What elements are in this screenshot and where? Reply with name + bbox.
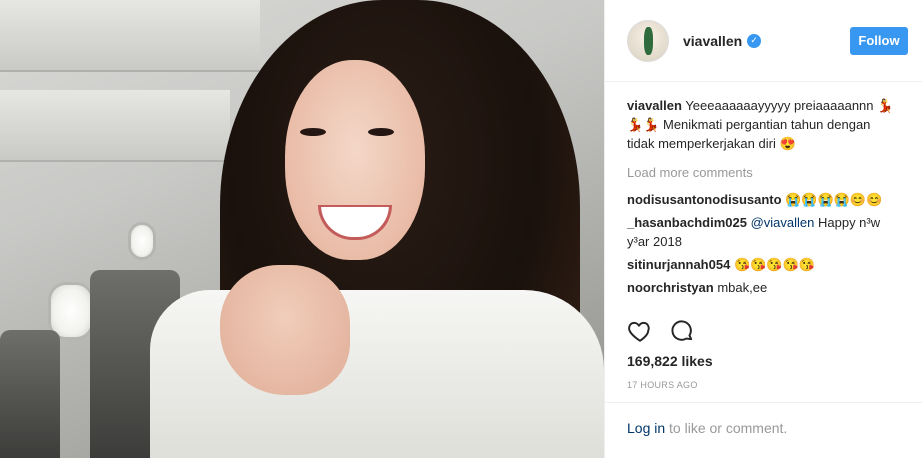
username-link[interactable]: viavallen — [683, 33, 742, 49]
follow-button[interactable]: Follow — [850, 26, 908, 55]
list-item: _hasanbachdim025 @viavallen Happy n³w y³… — [627, 213, 900, 251]
subject-shirt — [150, 290, 604, 458]
post-photo[interactable] — [0, 0, 604, 458]
post-header: viavallen ✓ Follow — [605, 0, 922, 82]
airplane-seat — [0, 330, 60, 458]
heart-icon[interactable] — [627, 318, 653, 344]
list-item: sitinurjannah054 😘😘😘😘😘 — [627, 255, 900, 274]
comment-username[interactable]: noorchristyan — [627, 280, 714, 295]
login-prompt-text: to like or comment. — [665, 420, 788, 436]
load-more-comments-link[interactable]: Load more comments — [627, 163, 900, 182]
subject-eye — [300, 128, 326, 136]
overhead-bin — [0, 90, 230, 162]
post-timestamp[interactable]: 17 HOURS AGO — [627, 380, 698, 390]
list-item: noorchristyan mbak,ee — [627, 278, 900, 297]
comment-text: mbak,ee — [717, 280, 768, 295]
post-caption: viavallen Yeeeaaaaaayyyyy preiaaaaannn 💃… — [627, 96, 900, 153]
comment-text: 😘😘😘😘😘 — [733, 257, 815, 272]
likes-count[interactable]: 169,822 likes — [627, 353, 713, 369]
comment-text: 😭😭😭😭😊😊 — [785, 192, 883, 207]
login-link[interactable]: Log in — [627, 420, 665, 436]
post-side-panel: viavallen ✓ Follow viavallen Yeeeaaaaaay… — [604, 0, 922, 458]
comments-list: viavallen Yeeeaaaaaayyyyy preiaaaaannn 💃… — [605, 82, 922, 308]
comment-username[interactable]: sitinurjannah054 — [627, 257, 730, 272]
comment-username[interactable]: nodisusantonodisusanto — [627, 192, 782, 207]
avatar[interactable] — [627, 19, 669, 62]
cabin-window — [128, 222, 156, 260]
subject-eye — [368, 128, 394, 136]
login-prompt: Log in to like or comment. — [605, 402, 922, 458]
comment-username[interactable]: _hasanbachdim025 — [627, 215, 747, 230]
post-actions — [627, 318, 695, 344]
comment-bubble-icon[interactable] — [669, 318, 695, 344]
subject-hand — [220, 265, 350, 395]
overhead-bin — [0, 0, 260, 72]
caption-username[interactable]: viavallen — [627, 98, 682, 113]
list-item: nodisusantonodisusanto 😭😭😭😭😊😊 — [627, 190, 900, 209]
comment-mention[interactable]: @viavallen — [751, 215, 815, 230]
verified-badge-icon: ✓ — [747, 33, 762, 48]
